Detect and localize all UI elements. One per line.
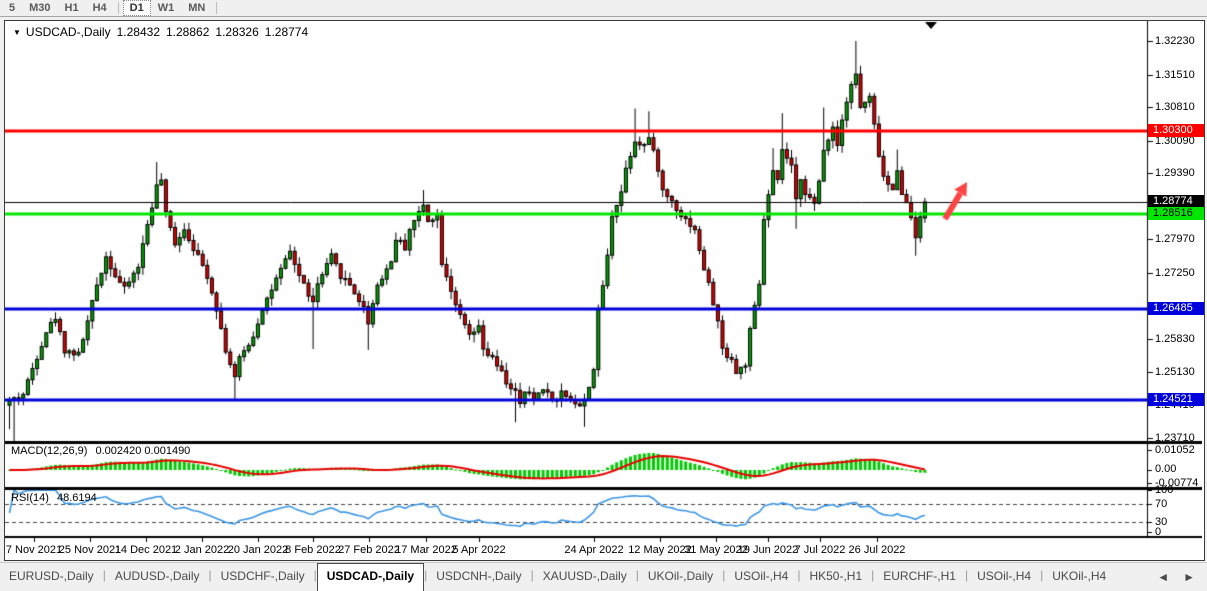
ohlc-open: 1.28432 [117, 25, 160, 39]
rsi-axis-label: 70 [1155, 498, 1167, 510]
price-tick: 1.25830 [1155, 333, 1195, 345]
tab-xauusd-daily[interactable]: XAUUSD-,Daily [534, 563, 636, 591]
tab-eurchf-h1[interactable]: EURCHF-,H1 [874, 563, 965, 591]
macd-values: 0.002420 0.001490 [95, 445, 190, 457]
timeframe-button-mn[interactable]: MN [181, 1, 212, 15]
tab-eurusd-daily[interactable]: EURUSD-,Daily [0, 563, 103, 591]
rsi-name: RSI(14) [11, 492, 49, 504]
toolbar-separator [118, 2, 119, 14]
price-badge: 1.24521 [1148, 393, 1204, 406]
timeframe-button-w1[interactable]: W1 [151, 1, 182, 15]
price-badge: 1.30300 [1148, 124, 1204, 137]
rsi-label: RSI(14) 48.6194 [11, 492, 102, 504]
date-label: 26 Jul 2022 [842, 544, 912, 556]
chart-window: ▼ USDCAD-,Daily 1.28432 1.28862 1.28326 … [4, 20, 1205, 561]
date-label: 24 Apr 2022 [559, 544, 629, 556]
tab-scroll-right-icon[interactable]: ► [1183, 570, 1195, 584]
ohlc-high: 1.28862 [166, 25, 209, 39]
chart-dropdown-caret[interactable]: ▼ [13, 28, 21, 37]
price-tick: 1.29390 [1155, 167, 1195, 179]
tab-scroll-left-icon[interactable]: ◄ [1157, 570, 1169, 584]
tab-usdcad-daily[interactable]: USDCAD-,Daily [317, 563, 424, 591]
macd-label: MACD(12,26,9) 0.002420 0.001490 [11, 445, 195, 457]
price-tick: 1.27250 [1155, 267, 1195, 279]
tab-audusd-daily[interactable]: AUDUSD-,Daily [106, 563, 209, 591]
timeframe-button-h4[interactable]: H4 [86, 1, 114, 15]
price-badge: 1.28516 [1148, 207, 1204, 220]
macd-axis-label: 0.00 [1155, 463, 1176, 475]
tab-usoil-h4[interactable]: USOil-,H4 [968, 563, 1040, 591]
price-tick: 1.23710 [1155, 432, 1195, 444]
chart-title: ▼ USDCAD-,Daily 1.28432 1.28862 1.28326 … [13, 25, 314, 39]
rsi-axis-label: 100 [1155, 484, 1173, 496]
price-tick: 1.27970 [1155, 233, 1195, 245]
price-badge: 1.26485 [1148, 302, 1204, 315]
tab-usdcnh-daily[interactable]: USDCNH-,Daily [427, 563, 530, 591]
rsi-value: 48.6194 [57, 492, 97, 504]
ohlc-close: 1.28774 [265, 25, 308, 39]
timeframe-button-m30[interactable]: M30 [22, 1, 57, 15]
tab-scroll: ◄► [1157, 563, 1207, 591]
macd-axis-label: 0.01052 [1155, 444, 1195, 456]
timeframe-button-h1[interactable]: H1 [58, 1, 86, 15]
toolbar-separator [216, 2, 217, 14]
price-tick: 1.31510 [1155, 69, 1195, 81]
symbol-tab-bar: EURUSD-,Daily|AUDUSD-,Daily|USDCHF-,Dail… [0, 562, 1207, 591]
rsi-axis-label: 0 [1155, 526, 1161, 538]
date-label: 5 Apr 2022 [444, 544, 514, 556]
tab-ukoil-daily[interactable]: UKOil-,Daily [639, 563, 722, 591]
tab-hk50-h1[interactable]: HK50-,H1 [800, 563, 871, 591]
timeframe-toolbar: 5M30H1H4 D1W1MN [0, 0, 1207, 17]
tab-ukoil-h4[interactable]: UKOil-,H4 [1043, 563, 1115, 591]
ohlc-low: 1.28326 [215, 25, 258, 39]
macd-name: MACD(12,26,9) [11, 445, 87, 457]
price-tick: 1.25130 [1155, 366, 1195, 378]
chart-symbol-label: USDCAD-,Daily [26, 25, 111, 39]
tab-usoil-h4[interactable]: USOil-,H4 [725, 563, 797, 591]
chart-canvas[interactable] [5, 21, 1202, 558]
timeframe-button-5[interactable]: 5 [2, 1, 22, 15]
price-tick: 1.32230 [1155, 35, 1195, 47]
price-tick: 1.30810 [1155, 101, 1195, 113]
timeframe-button-d1[interactable]: D1 [123, 0, 151, 16]
tab-usdchf-daily[interactable]: USDCHF-,Daily [212, 563, 314, 591]
